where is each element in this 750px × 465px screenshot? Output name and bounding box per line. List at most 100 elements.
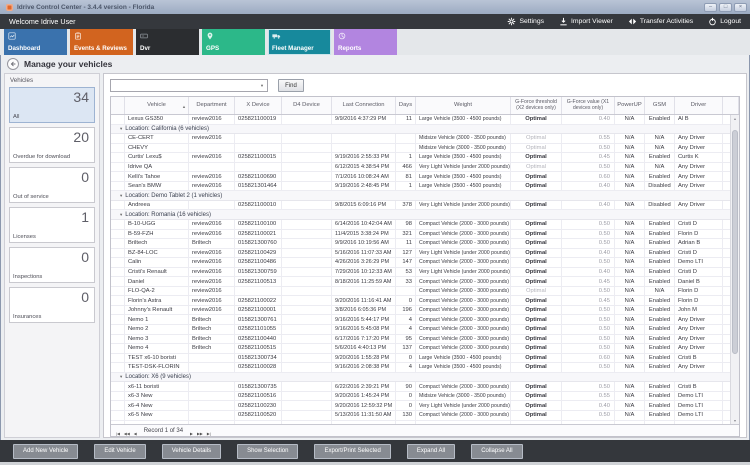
- column-header-filler[interactable]: [723, 97, 739, 114]
- filter-card-licenses[interactable]: 1 Licenses: [9, 207, 95, 243]
- table-row[interactable]: Nemo 4 Briltech 025821100515 5/6/2016 4:40:…: [111, 344, 739, 354]
- table-row[interactable]: Lexus GS350 review2016 025821100019 9/9/201…: [111, 115, 739, 125]
- table-row[interactable]: Curtis' Lexu$ review2016 025821100015 9/19/…: [111, 153, 739, 163]
- table-row[interactable]: Nemo 1 Briltech 015821300761 9/16/2016 5:44…: [111, 315, 739, 326]
- column-header-d4_device[interactable]: D4 Device: [282, 97, 332, 114]
- group-row[interactable]: ▾ Location: Romania (16 vehicles): [111, 210, 739, 221]
- close-button[interactable]: ×: [734, 2, 747, 12]
- cell-vehicle: Nemo 3: [125, 334, 189, 345]
- table-row[interactable]: BZ-84-LOC review2016 025821100429 5/16/2016…: [111, 248, 739, 259]
- table-row[interactable]: Idrive QA 6/12/2015 4:38:54 PM 466 Very Lig…: [111, 162, 739, 173]
- tab-events-reviews[interactable]: Events & Reviews: [70, 29, 133, 55]
- filter-card-all[interactable]: 34 All: [9, 87, 95, 123]
- table-row[interactable]: B-10-UGG review2016 025821100100 6/14/2016 …: [111, 220, 739, 230]
- group-row[interactable]: ▾ Location: California (6 vehicles): [111, 124, 739, 135]
- next-record-button[interactable]: ▶: [188, 432, 195, 436]
- table-row[interactable]: x6-4 New 025821100230 9/20/2016 12:59:32 P…: [111, 401, 739, 411]
- column-header-x_device[interactable]: X Device: [235, 97, 282, 114]
- transfer-activities-button[interactable]: Transfer Activities: [628, 17, 693, 26]
- scrollbar-thumb[interactable]: [732, 130, 738, 355]
- table-row[interactable]: x6-11 boristi 015821300735 6/22/2016 2:39:…: [111, 382, 739, 392]
- column-header-gsm[interactable]: GSM: [645, 97, 675, 114]
- table-row[interactable]: x6-3 New 025821100516 9/20/2016 1:45:24 PM…: [111, 391, 739, 402]
- last-record-button[interactable]: ▶|: [205, 432, 213, 436]
- filter-card-overdue-for-download[interactable]: 20 Overdue for download: [9, 127, 95, 163]
- next-page-record-button[interactable]: ▶▶: [195, 432, 205, 436]
- cell-x_device: 015821300760: [235, 239, 282, 249]
- combo-dropdown-icon[interactable]: ▾: [257, 80, 267, 91]
- filter-card-inspections[interactable]: 0 Inspections: [9, 247, 95, 283]
- table-row[interactable]: Sean's BMW review2016 015821301464 9/19/201…: [111, 181, 739, 192]
- column-header-last_connection[interactable]: Last Connection: [332, 97, 396, 114]
- page-header: Manage your vehicles: [0, 55, 750, 73]
- maximize-button[interactable]: □: [719, 2, 732, 12]
- group-row[interactable]: ▾ Location: X6 (9 vehicles): [111, 372, 739, 383]
- column-header-g_threshold[interactable]: G-Force threshold (X2 devices only): [511, 97, 562, 114]
- cell-driver: Cristi B: [675, 353, 723, 364]
- cell-department: Briltech: [189, 334, 235, 345]
- tab-fleet-manager[interactable]: Fleet Manager: [268, 29, 331, 55]
- minimize-button[interactable]: –: [704, 2, 717, 12]
- search-input[interactable]: [111, 80, 257, 91]
- back-button[interactable]: [7, 58, 19, 70]
- import-viewer-button[interactable]: Import Viewer: [559, 17, 613, 26]
- column-header-indicator[interactable]: [111, 97, 125, 114]
- column-header-g_value[interactable]: G-Force value (X1 devices only): [562, 97, 615, 114]
- tab-gps[interactable]: GPS: [202, 29, 265, 55]
- cell-driver: Any Driver: [675, 172, 723, 182]
- scroll-down-icon[interactable]: ▼: [733, 417, 736, 424]
- table-row[interactable]: Daniel review2016 025821100513 8/18/2016 11…: [111, 277, 739, 287]
- search-combobox[interactable]: ▾: [110, 79, 268, 92]
- table-row[interactable]: TEST-DSK-FLORIN 025821100028 9/16/2016 2:0…: [111, 363, 739, 373]
- vehicle-details-button[interactable]: Vehicle Details: [161, 443, 222, 459]
- prev-record-button[interactable]: ◀: [132, 432, 139, 436]
- table-row[interactable]: Andreea 025821100010 9/8/2015 6:09:16 PM 37…: [111, 200, 739, 211]
- table-row[interactable]: Briltech Briltech 015821300760 9/9/2016 10:…: [111, 239, 739, 249]
- edit-vehicle-button[interactable]: Edit Vehicle: [94, 443, 146, 459]
- vertical-scrollbar[interactable]: ▲ ▼: [730, 115, 739, 424]
- filter-card-out-of-service[interactable]: 0 Out of service: [9, 167, 95, 203]
- collapse-all-button[interactable]: Collapse All: [471, 443, 523, 459]
- tab-dashboard[interactable]: Dashboard: [4, 29, 67, 55]
- table-row[interactable]: Nemo 3 Briltech 025821100440 6/17/2016 7:17…: [111, 334, 739, 345]
- table-row[interactable]: x6-5 New 025821100520 5/13/2016 11:31:50 A…: [111, 410, 739, 421]
- expand-all-button[interactable]: Expand All: [406, 443, 456, 459]
- column-header-vehicle[interactable]: Vehicle ▲: [125, 97, 189, 114]
- table-row[interactable]: [111, 420, 739, 424]
- first-record-button[interactable]: |◀: [114, 432, 122, 436]
- table-row[interactable]: Johnny's Renault review2016 025821100001 3/…: [111, 305, 739, 316]
- prev-page-record-button[interactable]: ◀◀: [122, 432, 132, 436]
- record-indicator: Record 1 of 34: [143, 427, 184, 434]
- table-row[interactable]: TEST x6-10 boristi 015821300734 9/20/2016 …: [111, 353, 739, 364]
- tab-label: Fleet Manager: [272, 45, 314, 52]
- column-header-department[interactable]: Department: [189, 97, 235, 114]
- scroll-up-icon[interactable]: ▲: [733, 115, 736, 122]
- table-row[interactable]: Calin review2016 025821100486 4/26/2016 3:2…: [111, 258, 739, 268]
- table-row[interactable]: FLO-QA-2 review2016 Compact Vehicle (2000 …: [111, 286, 739, 297]
- add-new-vehicle-button[interactable]: Add New Vehicle: [13, 443, 79, 459]
- settings-button[interactable]: Settings: [507, 17, 544, 26]
- table-row[interactable]: CE-CERT review2016 Midsize Vehicle (3000 -…: [111, 134, 739, 144]
- show-selection-button[interactable]: Show Selection: [237, 443, 299, 459]
- table-row[interactable]: Nemo 2 Briltech 025821101055 9/16/2016 5:45…: [111, 325, 739, 335]
- export-print-selected-button[interactable]: Export/Print Selected: [314, 443, 391, 459]
- group-row[interactable]: ▾ Location: Demo Tablet 2 (1 vehicles): [111, 191, 739, 201]
- scrollbar-track[interactable]: [731, 122, 739, 417]
- cell-vehicle: TEST x6-10 boristi: [125, 353, 189, 364]
- table-row[interactable]: Cristi's Renault review2016 015821300759 7/…: [111, 267, 739, 278]
- table-row[interactable]: Florin's Astra review2016 025821100022 9/20…: [111, 296, 739, 306]
- table-row[interactable]: CHEVY Midsize Vehicle (3000 - 3500 pounds…: [111, 143, 739, 154]
- column-header-driver[interactable]: Driver: [675, 97, 723, 114]
- tab-reports[interactable]: Reports: [334, 29, 397, 55]
- find-button[interactable]: Find: [278, 79, 304, 92]
- table-row[interactable]: Kelli's Tahoe review2016 025821100690 7/1/2…: [111, 172, 739, 182]
- column-header-days[interactable]: Days: [396, 97, 416, 114]
- logout-button[interactable]: Logout: [708, 17, 741, 26]
- column-header-weight[interactable]: Weight: [416, 97, 511, 114]
- column-header-powerup[interactable]: PowerUP: [615, 97, 645, 114]
- table-row[interactable]: B-59-FZH review2016 025821100021 11/4/2015 …: [111, 229, 739, 240]
- filter-card-insurances[interactable]: 0 Insurances: [9, 287, 95, 323]
- tab-dvr[interactable]: Dvr: [136, 29, 199, 55]
- module-tabs: Dashboard Events & Reviews Dvr GPS Fleet Man…: [0, 29, 750, 55]
- cell-g_threshold: Optimal: [511, 277, 562, 287]
